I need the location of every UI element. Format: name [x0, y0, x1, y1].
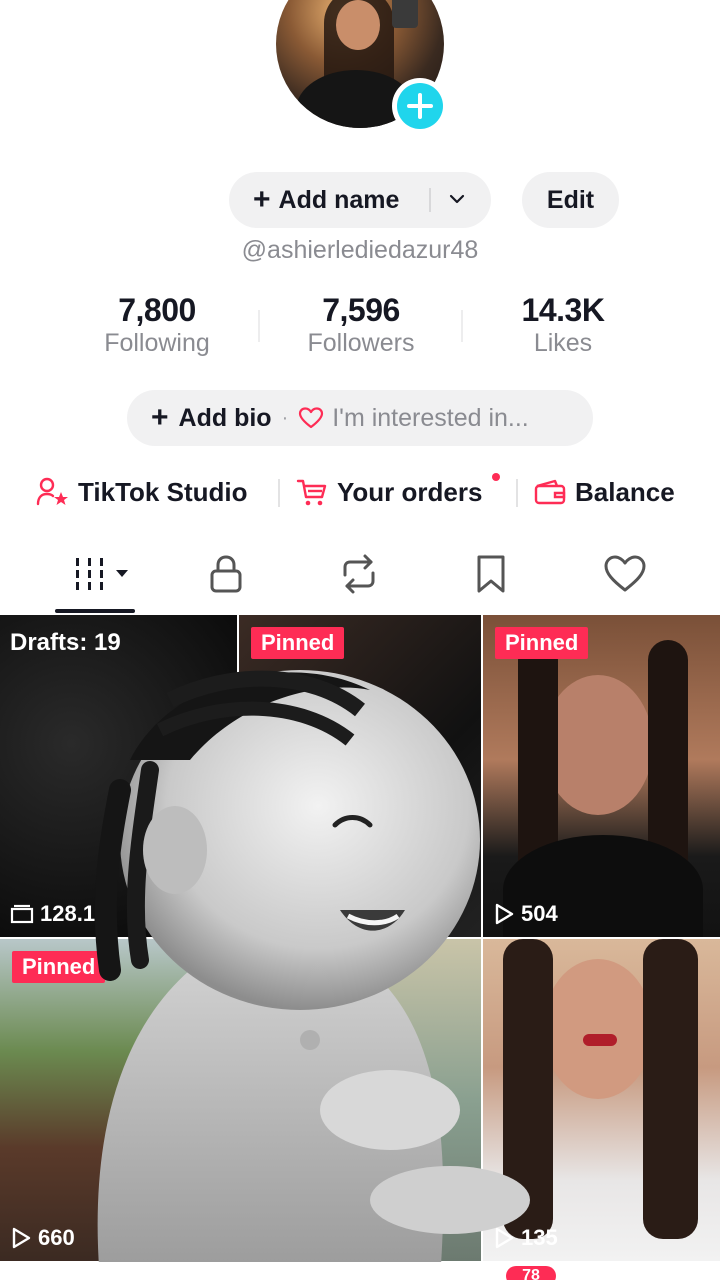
wallet-icon [534, 479, 566, 505]
video-tile[interactable]: 135 [483, 939, 720, 1261]
tab-favorites[interactable] [463, 550, 519, 598]
videos-grid-icon [76, 558, 128, 590]
plus-icon: + [151, 401, 169, 434]
pinned-badge: Pinned [12, 951, 106, 983]
video-tile[interactable] [239, 939, 481, 1261]
add-bio-button[interactable]: + Add bio · I'm interested in... [127, 390, 593, 446]
add-bio-label: Add bio [178, 403, 272, 432]
pinned-badge: Pinned [251, 627, 345, 659]
likes-count: 14.3K [521, 292, 605, 328]
followers-stat[interactable]: 7,596 Followers [271, 292, 451, 358]
following-label: Following [104, 329, 210, 357]
stat-divider [461, 310, 463, 342]
username: @ashierlediedazur48 [241, 236, 479, 264]
tab-videos[interactable] [72, 550, 134, 598]
following-count: 7,800 [118, 292, 196, 328]
add-name-button[interactable]: + Add name [229, 172, 491, 228]
separator: · [281, 406, 289, 429]
your-orders-link[interactable]: Your orders [295, 470, 482, 514]
balance-label: Balance [575, 476, 675, 507]
tiktok-studio-link[interactable]: TikTok Studio [36, 470, 247, 514]
bookmark-icon [477, 555, 505, 593]
drafts-label: Drafts: 19 [10, 629, 121, 656]
stat-divider [258, 310, 260, 342]
notification-dot [492, 473, 500, 481]
cart-icon [296, 479, 327, 506]
video-tile[interactable]: Pinned [239, 615, 481, 937]
person-star-icon [36, 477, 68, 506]
interests-placeholder: I'm interested in... [332, 403, 529, 432]
likes-stat[interactable]: 14.3K Likes [473, 292, 653, 358]
lock-icon [210, 555, 242, 593]
view-count: 660 [10, 1225, 75, 1251]
video-tile[interactable]: Pinned 660 [0, 939, 237, 1261]
your-orders-label: Your orders [337, 476, 483, 507]
add-name-label: Add name [278, 185, 400, 214]
followers-label: Followers [307, 329, 415, 357]
divider [516, 479, 518, 507]
tab-private[interactable] [198, 550, 254, 598]
play-icon [495, 1227, 514, 1249]
divider [278, 479, 280, 507]
followers-count: 7,596 [322, 292, 400, 328]
pinned-badge: Pinned [495, 627, 589, 659]
heart-icon [604, 555, 646, 592]
following-stat[interactable]: 7,800 Following [67, 292, 247, 358]
view-count: 504 [493, 901, 558, 927]
tiktok-studio-label: TikTok Studio [78, 476, 248, 507]
chevron-down-icon[interactable] [449, 191, 465, 207]
drafts-tile[interactable]: Drafts: 19 128.1 [0, 615, 237, 937]
bottom-nav-edge [0, 1262, 720, 1280]
heart-outline-icon [299, 407, 324, 429]
play-icon [12, 1227, 31, 1249]
balance-link[interactable]: Balance [533, 470, 675, 514]
plus-icon: + [253, 183, 271, 216]
add-avatar-plus-icon[interactable] [392, 78, 448, 134]
drafts-folder-icon [10, 904, 34, 924]
tab-liked[interactable] [597, 550, 653, 598]
edit-profile-button[interactable]: Edit [522, 172, 619, 228]
likes-label: Likes [533, 329, 593, 357]
view-count: 135 [493, 1225, 558, 1251]
video-grid: Drafts: 19 128.1 Pinned Pinned 504 Pinne… [0, 615, 720, 1280]
divider [429, 188, 431, 212]
inbox-badge[interactable]: 78 [506, 1266, 556, 1280]
draft-count: 128.1 [10, 901, 95, 927]
active-tab-indicator [55, 609, 135, 613]
play-icon [495, 903, 514, 925]
repost-icon [343, 554, 375, 594]
tab-reposts[interactable] [331, 550, 387, 598]
video-tile[interactable]: Pinned 504 [483, 615, 720, 937]
